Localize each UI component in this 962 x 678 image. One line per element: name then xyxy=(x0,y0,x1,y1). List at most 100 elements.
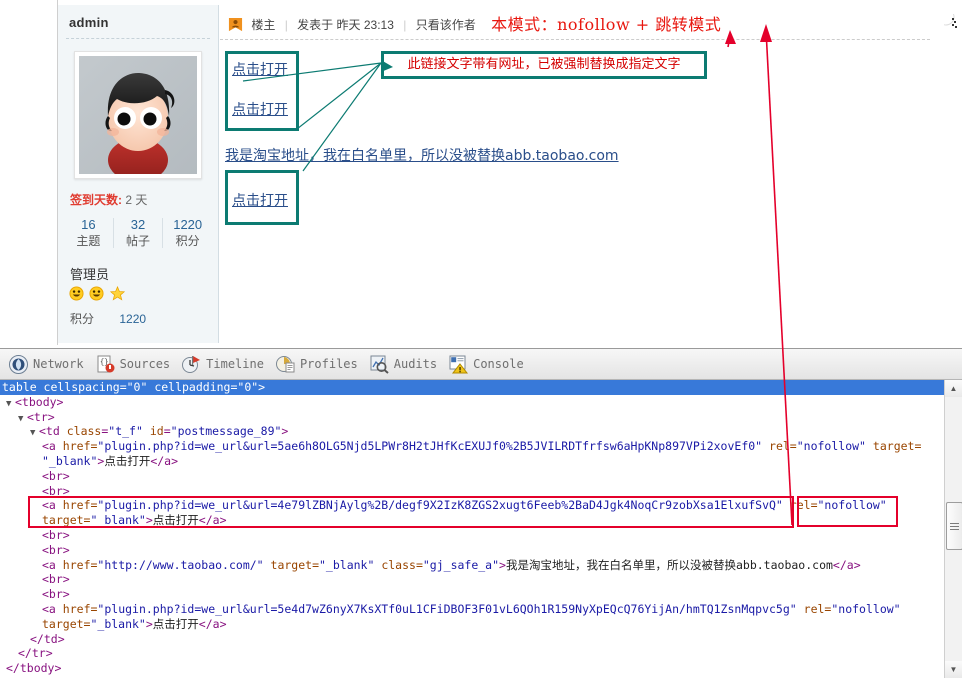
devtools-scrollbar[interactable]: ▲ ▼ xyxy=(944,380,962,678)
username[interactable]: admin xyxy=(58,5,218,38)
dom-row[interactable]: <a href="http://www.taobao.com/" target=… xyxy=(0,558,945,573)
dom-attr-target: target= xyxy=(270,557,319,572)
meta-separator: | xyxy=(403,18,407,32)
dom-row[interactable]: "_blank">点击打开</a> xyxy=(0,454,945,469)
collapse-corner-icon[interactable] xyxy=(944,14,958,34)
elements-pane: table cellspacing="0" cellpadding="0"> ▼… xyxy=(0,380,962,678)
dom-attr-target-value-4: "_blank" xyxy=(90,616,146,631)
scroll-down-arrow-icon[interactable]: ▼ xyxy=(945,661,962,678)
dom-row-highlighted[interactable]: <a href="plugin.php?id=we_url&url=4e79lZ… xyxy=(0,498,945,513)
dom-text-1: 点击打开 xyxy=(104,453,151,468)
taobao-safe-link[interactable]: 我是淘宝地址，我在白名单里，所以没被替换abb.taobao.com xyxy=(225,145,619,165)
dom-row-highlighted[interactable]: target="_blank">点击打开</a> xyxy=(0,513,945,528)
credit-label: 积分 xyxy=(70,312,95,326)
tab-network-label: Network xyxy=(33,357,84,371)
tab-audits-label: Audits xyxy=(393,357,438,371)
tab-sources[interactable]: {} Sources xyxy=(93,349,180,380)
dom-row[interactable]: <br> xyxy=(0,528,945,543)
audits-icon xyxy=(370,355,389,374)
stat-posts-label: 帖子 xyxy=(126,234,151,248)
console-icon xyxy=(449,355,469,373)
dom-row[interactable]: ▼ <tr> xyxy=(0,410,945,425)
dom-tree[interactable]: table cellspacing="0" cellpadding="0"> ▼… xyxy=(0,380,945,678)
user-group: 管理员 xyxy=(70,267,110,282)
devtools-tabbar: Network {} Sources Timeline Profiles Aud… xyxy=(0,349,962,380)
dom-attr-target-value-1: "_blank" xyxy=(42,453,98,468)
dom-attr-target-value-2: "_blank" xyxy=(90,513,146,528)
expand-arrow-icon[interactable]: ▼ xyxy=(6,397,15,412)
dom-node-a1-close: </a> xyxy=(150,453,179,468)
dom-text-4: 点击打开 xyxy=(152,616,199,631)
tab-network[interactable]: Network xyxy=(6,349,93,380)
dom-row[interactable]: <br> xyxy=(0,587,945,602)
stat-credits[interactable]: 1220 积分 xyxy=(163,216,212,250)
tab-console-label: Console xyxy=(473,357,524,371)
dom-row[interactable]: <a href="plugin.php?id=we_url&url=5e4d7w… xyxy=(0,602,945,617)
dom-row[interactable]: <a href="plugin.php?id=we_url&url=5ae6h8… xyxy=(0,439,945,454)
tab-console[interactable]: Console xyxy=(446,349,533,380)
username-divider xyxy=(66,38,210,39)
tab-profiles[interactable]: Profiles xyxy=(273,349,367,380)
stat-posts[interactable]: 32 帖子 xyxy=(114,216,163,250)
dom-attr-target: target= xyxy=(42,616,91,631)
devtools-panel: Network {} Sources Timeline Profiles Aud… xyxy=(0,348,962,678)
stat-threads[interactable]: 16 主题 xyxy=(64,216,113,250)
dom-node-a2-close: </a> xyxy=(198,513,227,528)
dom-node-td: <td xyxy=(39,424,60,439)
poster-badge-label: 楼主 xyxy=(251,18,276,32)
dom-row[interactable]: target="_blank">点击打开</a> xyxy=(0,617,945,632)
user-info-sidebar: admin 签到天数: 2 天 16 主题 32 帖子 1220 积分 管理员 … xyxy=(58,5,219,343)
expand-arrow-icon[interactable]: ▼ xyxy=(30,426,39,441)
dom-attr-href-value-4: "plugin.php?id=we_url&url=5e4d7wZ6nyX7Ks… xyxy=(97,601,797,616)
dom-attr-href: href= xyxy=(62,601,98,616)
tab-timeline-label: Timeline xyxy=(206,357,264,371)
dom-attr-rel: rel= xyxy=(769,439,797,454)
dom-row[interactable]: <br> xyxy=(0,572,945,587)
stat-threads-value: 16 xyxy=(81,217,96,232)
dom-node-tbody-close: </tbody> xyxy=(6,661,62,676)
dom-attr-class-value: "t_f" xyxy=(108,424,143,439)
dom-node-tbody: <tbody> xyxy=(15,394,64,409)
tab-sources-label: Sources xyxy=(119,357,171,371)
dom-attr-rel-value-4: "nofollow" xyxy=(831,601,901,616)
dom-node-br: <br> xyxy=(42,587,70,602)
dom-row[interactable]: <br> xyxy=(0,469,945,484)
avatar[interactable] xyxy=(74,51,202,179)
dom-text-3: 我是淘宝地址，我在白名单里，所以没被替换abb.taobao.com xyxy=(505,557,833,572)
only-author-link[interactable]: 只看该作者 xyxy=(416,18,476,32)
scroll-up-arrow-icon[interactable]: ▲ xyxy=(945,380,962,397)
dom-row[interactable]: ▼ <td class="t_f" id="postmessage_89"> xyxy=(0,424,945,439)
signin-days-value: 2 天 xyxy=(125,193,148,207)
tab-audits[interactable]: Audits xyxy=(367,349,446,380)
scrollbar-thumb[interactable] xyxy=(946,502,962,550)
dom-row[interactable]: ▼ <tbody> xyxy=(0,395,945,410)
open-link-1[interactable]: 点击打开 xyxy=(232,59,288,79)
profiles-icon xyxy=(275,355,295,372)
dom-attr-href-value-1: "plugin.php?id=we_url&url=5ae6h8OLG5Njd5… xyxy=(97,439,763,454)
tab-timeline[interactable]: Timeline xyxy=(179,349,273,380)
dom-row[interactable]: <br> xyxy=(0,484,945,499)
smiley-medal-icon xyxy=(89,286,104,301)
dom-node-a1: <a xyxy=(42,439,56,454)
dom-attr-id: id xyxy=(149,424,164,439)
open-link-2[interactable]: 点击打开 xyxy=(232,99,288,119)
dom-row[interactable]: </td> xyxy=(0,632,945,647)
sources-icon: {} xyxy=(97,355,115,372)
posted-prefix: 发表于 xyxy=(297,18,334,32)
dom-row[interactable]: </tr> xyxy=(0,646,945,661)
tab-profiles-label: Profiles xyxy=(299,357,358,371)
dom-row-selected[interactable]: table cellspacing="0" cellpadding="0"> xyxy=(0,380,945,395)
smiley-medal-icon xyxy=(69,286,84,301)
dom-node-br: <br> xyxy=(42,483,70,498)
timeline-icon xyxy=(182,355,201,373)
dom-node-table: table cellspacing="0" cellpadding="0"> xyxy=(2,380,266,394)
dom-row[interactable]: <br> xyxy=(0,543,945,558)
open-link-3[interactable]: 点击打开 xyxy=(232,190,288,210)
dom-attr-href-value-2: "plugin.php?id=we_url&url=4e79lZBNjAylg%… xyxy=(97,498,783,513)
dom-attr-href-value-3: "http://www.taobao.com/" xyxy=(97,557,264,572)
expand-arrow-icon[interactable]: ▼ xyxy=(18,412,27,427)
dom-text-2: 点击打开 xyxy=(152,513,199,528)
dom-attr-target: target= xyxy=(872,439,922,454)
dom-row[interactable]: </tbody> xyxy=(0,661,945,676)
dom-attr-target-value-3: "_blank" xyxy=(319,557,375,572)
